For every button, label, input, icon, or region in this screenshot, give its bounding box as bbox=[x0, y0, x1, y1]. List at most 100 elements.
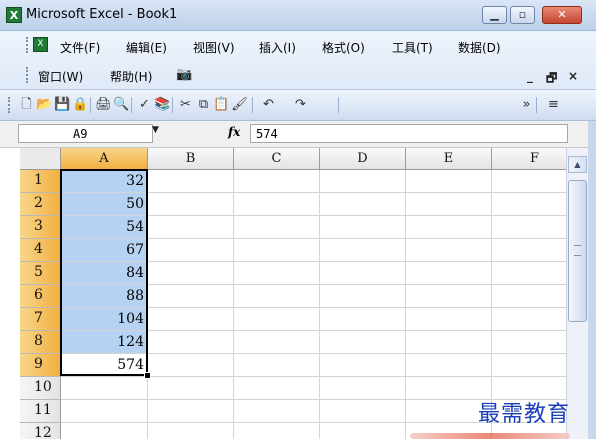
select-all-corner[interactable] bbox=[20, 148, 61, 170]
cell-f8[interactable] bbox=[492, 331, 566, 354]
camera-icon[interactable]: 📷 bbox=[176, 67, 192, 82]
cell-a5[interactable]: 84 bbox=[61, 262, 148, 285]
copy-icon[interactable]: ⧉ bbox=[195, 96, 212, 113]
cell-c8[interactable] bbox=[234, 331, 320, 354]
cell-b1[interactable] bbox=[148, 170, 234, 193]
cell-e3[interactable] bbox=[406, 216, 492, 239]
cell-d5[interactable] bbox=[320, 262, 406, 285]
save-icon[interactable]: 💾 bbox=[54, 96, 71, 113]
cell-c4[interactable] bbox=[234, 239, 320, 262]
menu-grip-2[interactable] bbox=[26, 67, 31, 83]
cell-d9[interactable] bbox=[320, 354, 406, 377]
cell-b3[interactable] bbox=[148, 216, 234, 239]
cell-a1[interactable]: 32 bbox=[61, 170, 148, 193]
fill-handle[interactable] bbox=[144, 372, 151, 379]
cell-d1[interactable] bbox=[320, 170, 406, 193]
cell-c10[interactable] bbox=[234, 377, 320, 400]
cell-e2[interactable] bbox=[406, 193, 492, 216]
cell-b5[interactable] bbox=[148, 262, 234, 285]
scroll-thumb[interactable] bbox=[568, 180, 587, 322]
cell-f4[interactable] bbox=[492, 239, 566, 262]
row-header[interactable]: 1 bbox=[20, 170, 61, 193]
cell-d8[interactable] bbox=[320, 331, 406, 354]
cell-c5[interactable] bbox=[234, 262, 320, 285]
doc-restore-button[interactable]: 🗗 bbox=[546, 69, 557, 90]
cell-a10[interactable] bbox=[61, 377, 148, 400]
menu-item-1[interactable]: 编辑(E) bbox=[126, 39, 167, 56]
cell-a2[interactable]: 50 bbox=[61, 193, 148, 216]
row-header[interactable]: 10 bbox=[20, 377, 61, 400]
cell-d12[interactable] bbox=[320, 423, 406, 439]
paste-icon[interactable]: 📋 bbox=[213, 96, 230, 113]
cell-d2[interactable] bbox=[320, 193, 406, 216]
doc-close-button[interactable]: × bbox=[568, 69, 578, 83]
menu-item-4[interactable]: 格式(O) bbox=[322, 39, 365, 56]
cell-d11[interactable] bbox=[320, 400, 406, 423]
minimize-button[interactable]: ▁ bbox=[482, 6, 507, 24]
toolbar-grip[interactable] bbox=[8, 97, 13, 113]
cell-e5[interactable] bbox=[406, 262, 492, 285]
menu-item-5[interactable]: 工具(T) bbox=[392, 39, 433, 56]
row-header[interactable]: 8 bbox=[20, 331, 61, 354]
menu-item-2[interactable]: 视图(V) bbox=[193, 39, 235, 56]
cell-a8[interactable]: 124 bbox=[61, 331, 148, 354]
toolbar-options-icon[interactable]: » bbox=[518, 96, 535, 113]
row-header[interactable]: 5 bbox=[20, 262, 61, 285]
row-header[interactable]: 3 bbox=[20, 216, 61, 239]
cell-c2[interactable] bbox=[234, 193, 320, 216]
align-center-icon[interactable]: ≡ bbox=[545, 96, 562, 113]
cell-c9[interactable] bbox=[234, 354, 320, 377]
row-header[interactable]: 9 bbox=[20, 354, 61, 377]
row-header[interactable]: 6 bbox=[20, 285, 61, 308]
menu-item-7[interactable]: 窗口(W) bbox=[38, 68, 83, 85]
format-painter-icon[interactable]: 🖌 bbox=[231, 96, 248, 113]
cell-f9[interactable] bbox=[492, 354, 566, 377]
cell-a3[interactable]: 54 bbox=[61, 216, 148, 239]
menu-item-0[interactable]: 文件(F) bbox=[60, 39, 100, 56]
print-preview-icon[interactable]: 🔍 bbox=[113, 96, 130, 113]
cell-e9[interactable] bbox=[406, 354, 492, 377]
cell-a6[interactable]: 88 bbox=[61, 285, 148, 308]
menu-item-6[interactable]: 数据(D) bbox=[458, 39, 501, 56]
name-box[interactable]: A9 bbox=[18, 124, 153, 143]
menu-item-3[interactable]: 插入(I) bbox=[259, 39, 296, 56]
close-button[interactable]: ✕ bbox=[542, 6, 582, 24]
cell-c12[interactable] bbox=[234, 423, 320, 439]
cell-e7[interactable] bbox=[406, 308, 492, 331]
cell-a12[interactable] bbox=[61, 423, 148, 439]
doc-minimize-button[interactable]: _ bbox=[527, 69, 533, 83]
cell-a7[interactable]: 104 bbox=[61, 308, 148, 331]
cut-icon[interactable]: ✂ bbox=[177, 96, 194, 113]
spelling-icon[interactable]: ✓ bbox=[136, 96, 153, 113]
cell-d6[interactable] bbox=[320, 285, 406, 308]
cell-d4[interactable] bbox=[320, 239, 406, 262]
column-header-d[interactable]: D bbox=[320, 148, 406, 170]
cell-c7[interactable] bbox=[234, 308, 320, 331]
cell-c6[interactable] bbox=[234, 285, 320, 308]
column-header-f[interactable]: F bbox=[492, 148, 566, 170]
menu-item-8[interactable]: 帮助(H) bbox=[110, 68, 152, 85]
row-header[interactable]: 12 bbox=[20, 423, 61, 439]
cell-f2[interactable] bbox=[492, 193, 566, 216]
row-header[interactable]: 2 bbox=[20, 193, 61, 216]
maximize-button[interactable]: ▫ bbox=[510, 6, 535, 24]
cell-b10[interactable] bbox=[148, 377, 234, 400]
workbook-icon[interactable]: X bbox=[33, 37, 48, 52]
cell-d7[interactable] bbox=[320, 308, 406, 331]
column-header-c[interactable]: C bbox=[234, 148, 320, 170]
print-icon[interactable]: 🖨 bbox=[95, 96, 112, 113]
redo-icon[interactable]: ↷ bbox=[292, 96, 309, 113]
cell-b6[interactable] bbox=[148, 285, 234, 308]
cell-b9[interactable] bbox=[148, 354, 234, 377]
cell-b12[interactable] bbox=[148, 423, 234, 439]
cell-e6[interactable] bbox=[406, 285, 492, 308]
cell-f3[interactable] bbox=[492, 216, 566, 239]
excel-icon[interactable]: X bbox=[6, 7, 22, 23]
cell-b4[interactable] bbox=[148, 239, 234, 262]
row-header[interactable]: 7 bbox=[20, 308, 61, 331]
cell-c1[interactable] bbox=[234, 170, 320, 193]
cell-e8[interactable] bbox=[406, 331, 492, 354]
cell-a9[interactable]: 574 bbox=[61, 354, 148, 377]
cell-f7[interactable] bbox=[492, 308, 566, 331]
cell-f5[interactable] bbox=[492, 262, 566, 285]
